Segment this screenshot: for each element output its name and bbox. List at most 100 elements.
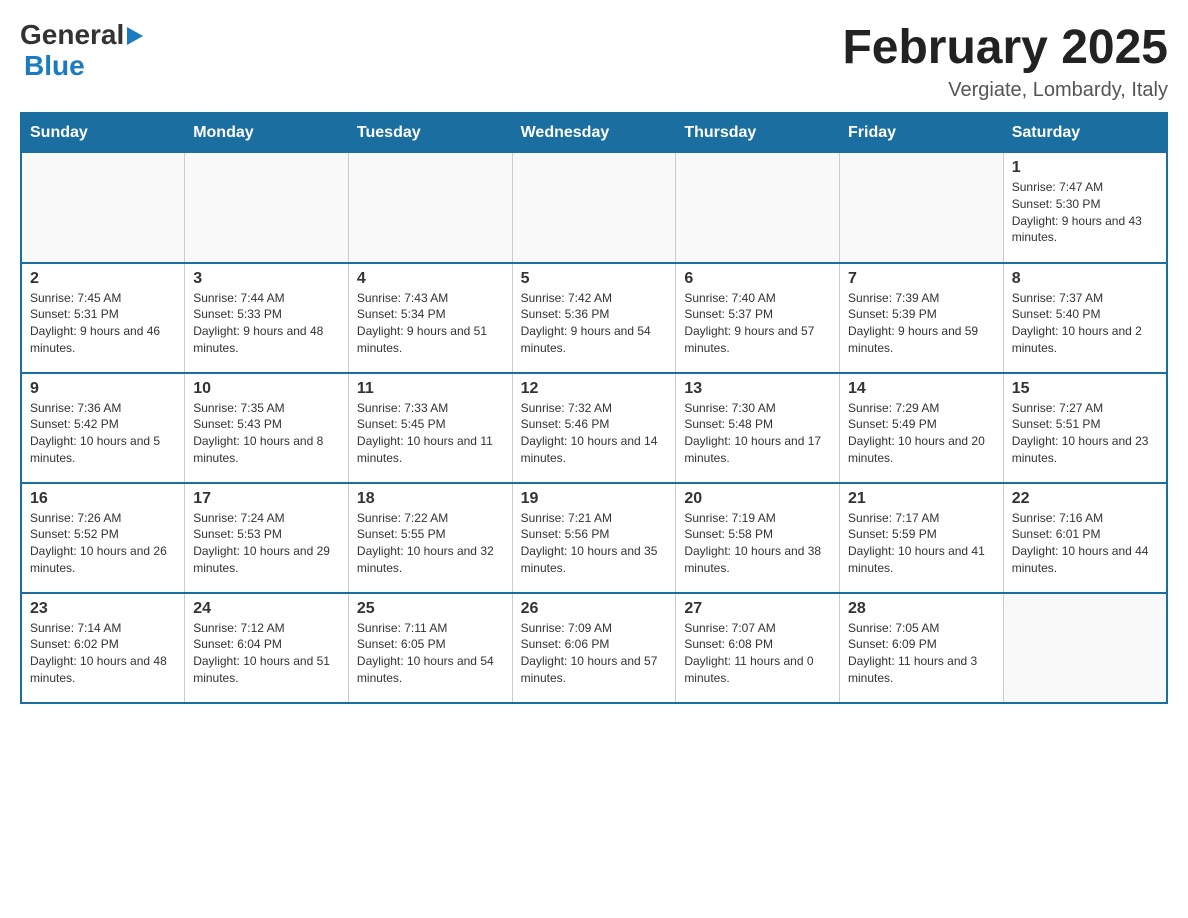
page-header: General Blue February 2025 Vergiate, Lom… <box>20 20 1168 102</box>
day-info: Sunrise: 7:26 AM Sunset: 5:52 PM Dayligh… <box>30 510 176 577</box>
day-info: Sunrise: 7:44 AM Sunset: 5:33 PM Dayligh… <box>193 290 340 357</box>
day-number: 19 <box>521 490 668 508</box>
day-number: 6 <box>684 270 831 288</box>
calendar-week-row: 9 Sunrise: 7:36 AM Sunset: 5:42 PM Daylig… <box>21 373 1167 483</box>
logo-general-text: General <box>20 20 124 51</box>
calendar-cell <box>348 153 512 263</box>
day-info: Sunrise: 7:32 AM Sunset: 5:46 PM Dayligh… <box>521 400 668 467</box>
calendar-cell: 2 Sunrise: 7:45 AM Sunset: 5:31 PM Daylig… <box>21 263 185 373</box>
calendar-title: February 2025 <box>842 20 1168 75</box>
day-info: Sunrise: 7:40 AM Sunset: 5:37 PM Dayligh… <box>684 290 831 357</box>
day-number: 1 <box>1012 159 1158 177</box>
logo-blue-text: Blue <box>24 51 143 82</box>
day-number: 7 <box>848 270 995 288</box>
calendar-cell: 23Sunrise: 7:14 AM Sunset: 6:02 PM Dayli… <box>21 593 185 703</box>
day-info: Sunrise: 7:07 AM Sunset: 6:08 PM Dayligh… <box>684 620 831 687</box>
calendar-cell <box>676 153 840 263</box>
day-info: Sunrise: 7:27 AM Sunset: 5:51 PM Dayligh… <box>1012 400 1158 467</box>
calendar-cell <box>840 153 1004 263</box>
day-info: Sunrise: 7:37 AM Sunset: 5:40 PM Dayligh… <box>1012 290 1158 357</box>
day-header-friday: Friday <box>840 113 1004 153</box>
calendar-cell: 17 Sunrise: 7:24 AM Sunset: 5:53 PM Dayli… <box>185 483 349 593</box>
day-info: Sunrise: 7:29 AM Sunset: 5:49 PM Dayligh… <box>848 400 995 467</box>
calendar-cell: 27 Sunrise: 7:07 AM Sunset: 6:08 PM Dayli… <box>676 593 840 703</box>
day-number: 3 <box>193 270 340 288</box>
day-number: 17 <box>193 490 340 508</box>
calendar-cell: 13 Sunrise: 7:30 AM Sunset: 5:48 PM Dayli… <box>676 373 840 483</box>
day-number: 25 <box>357 600 504 618</box>
day-info: Sunrise: 7:42 AM Sunset: 5:36 PM Dayligh… <box>521 290 668 357</box>
day-number: 13 <box>684 380 831 398</box>
day-info: Sunrise: 7:17 AM Sunset: 5:59 PM Dayligh… <box>848 510 995 577</box>
day-info: Sunrise: 7:11 AM Sunset: 6:05 PM Dayligh… <box>357 620 504 687</box>
day-number: 18 <box>357 490 504 508</box>
calendar-cell: 26Sunrise: 7:09 AM Sunset: 6:06 PM Dayli… <box>512 593 676 703</box>
day-number: 21 <box>848 490 995 508</box>
day-number: 11 <box>357 380 504 398</box>
calendar-cell <box>512 153 676 263</box>
logo: General Blue <box>20 20 143 82</box>
day-info: Sunrise: 7:45 AM Sunset: 5:31 PM Dayligh… <box>30 290 176 357</box>
day-number: 4 <box>357 270 504 288</box>
day-info: Sunrise: 7:24 AM Sunset: 5:53 PM Dayligh… <box>193 510 340 577</box>
calendar-subtitle: Vergiate, Lombardy, Italy <box>842 79 1168 102</box>
day-number: 12 <box>521 380 668 398</box>
day-number: 15 <box>1012 380 1158 398</box>
calendar-week-row: 1 Sunrise: 7:47 AM Sunset: 5:30 PM Daylig… <box>21 153 1167 263</box>
day-info: Sunrise: 7:36 AM Sunset: 5:42 PM Dayligh… <box>30 400 176 467</box>
logo-arrow-icon <box>127 27 143 45</box>
calendar-cell: 1 Sunrise: 7:47 AM Sunset: 5:30 PM Daylig… <box>1003 153 1167 263</box>
calendar-cell: 6 Sunrise: 7:40 AM Sunset: 5:37 PM Daylig… <box>676 263 840 373</box>
calendar-cell: 18 Sunrise: 7:22 AM Sunset: 5:55 PM Dayli… <box>348 483 512 593</box>
calendar-table: SundayMondayTuesdayWednesdayThursdayFrid… <box>20 112 1168 704</box>
calendar-cell: 11 Sunrise: 7:33 AM Sunset: 5:45 PM Dayli… <box>348 373 512 483</box>
day-number: 24 <box>193 600 340 618</box>
day-number: 20 <box>684 490 831 508</box>
day-header-tuesday: Tuesday <box>348 113 512 153</box>
calendar-cell <box>1003 593 1167 703</box>
calendar-week-row: 16 Sunrise: 7:26 AM Sunset: 5:52 PM Dayli… <box>21 483 1167 593</box>
day-info: Sunrise: 7:35 AM Sunset: 5:43 PM Dayligh… <box>193 400 340 467</box>
calendar-cell: 3 Sunrise: 7:44 AM Sunset: 5:33 PM Daylig… <box>185 263 349 373</box>
day-info: Sunrise: 7:47 AM Sunset: 5:30 PM Dayligh… <box>1012 179 1158 246</box>
day-number: 5 <box>521 270 668 288</box>
calendar-cell: 25 Sunrise: 7:11 AM Sunset: 6:05 PM Dayli… <box>348 593 512 703</box>
calendar-cell: 12 Sunrise: 7:32 AM Sunset: 5:46 PM Dayli… <box>512 373 676 483</box>
day-info: Sunrise: 7:43 AM Sunset: 5:34 PM Dayligh… <box>357 290 504 357</box>
calendar-cell: 9 Sunrise: 7:36 AM Sunset: 5:42 PM Daylig… <box>21 373 185 483</box>
calendar-cell: 14 Sunrise: 7:29 AM Sunset: 5:49 PM Dayli… <box>840 373 1004 483</box>
day-info: Sunrise: 7:16 AM Sunset: 6:01 PM Dayligh… <box>1012 510 1158 577</box>
day-info: Sunrise: 7:33 AM Sunset: 5:45 PM Dayligh… <box>357 400 504 467</box>
day-number: 8 <box>1012 270 1158 288</box>
calendar-week-row: 23Sunrise: 7:14 AM Sunset: 6:02 PM Dayli… <box>21 593 1167 703</box>
day-number: 28 <box>848 600 995 618</box>
calendar-cell: 21 Sunrise: 7:17 AM Sunset: 5:59 PM Dayli… <box>840 483 1004 593</box>
day-info: Sunrise: 7:30 AM Sunset: 5:48 PM Dayligh… <box>684 400 831 467</box>
day-header-wednesday: Wednesday <box>512 113 676 153</box>
calendar-cell: 22Sunrise: 7:16 AM Sunset: 6:01 PM Dayli… <box>1003 483 1167 593</box>
day-info: Sunrise: 7:14 AM Sunset: 6:02 PM Dayligh… <box>30 620 176 687</box>
day-info: Sunrise: 7:12 AM Sunset: 6:04 PM Dayligh… <box>193 620 340 687</box>
calendar-cell <box>185 153 349 263</box>
calendar-cell: 28 Sunrise: 7:05 AM Sunset: 6:09 PM Dayli… <box>840 593 1004 703</box>
day-number: 16 <box>30 490 176 508</box>
day-header-saturday: Saturday <box>1003 113 1167 153</box>
day-number: 10 <box>193 380 340 398</box>
title-section: February 2025 Vergiate, Lombardy, Italy <box>842 20 1168 102</box>
day-info: Sunrise: 7:22 AM Sunset: 5:55 PM Dayligh… <box>357 510 504 577</box>
calendar-cell: 24 Sunrise: 7:12 AM Sunset: 6:04 PM Dayli… <box>185 593 349 703</box>
day-number: 9 <box>30 380 176 398</box>
calendar-cell: 15 Sunrise: 7:27 AM Sunset: 5:51 PM Dayli… <box>1003 373 1167 483</box>
day-number: 2 <box>30 270 176 288</box>
calendar-cell <box>21 153 185 263</box>
day-info: Sunrise: 7:21 AM Sunset: 5:56 PM Dayligh… <box>521 510 668 577</box>
day-number: 26 <box>521 600 668 618</box>
calendar-cell: 10 Sunrise: 7:35 AM Sunset: 5:43 PM Dayli… <box>185 373 349 483</box>
calendar-cell: 16 Sunrise: 7:26 AM Sunset: 5:52 PM Dayli… <box>21 483 185 593</box>
day-header-monday: Monday <box>185 113 349 153</box>
calendar-week-row: 2 Sunrise: 7:45 AM Sunset: 5:31 PM Daylig… <box>21 263 1167 373</box>
day-number: 27 <box>684 600 831 618</box>
day-number: 14 <box>848 380 995 398</box>
calendar-header-row: SundayMondayTuesdayWednesdayThursdayFrid… <box>21 113 1167 153</box>
day-info: Sunrise: 7:05 AM Sunset: 6:09 PM Dayligh… <box>848 620 995 687</box>
